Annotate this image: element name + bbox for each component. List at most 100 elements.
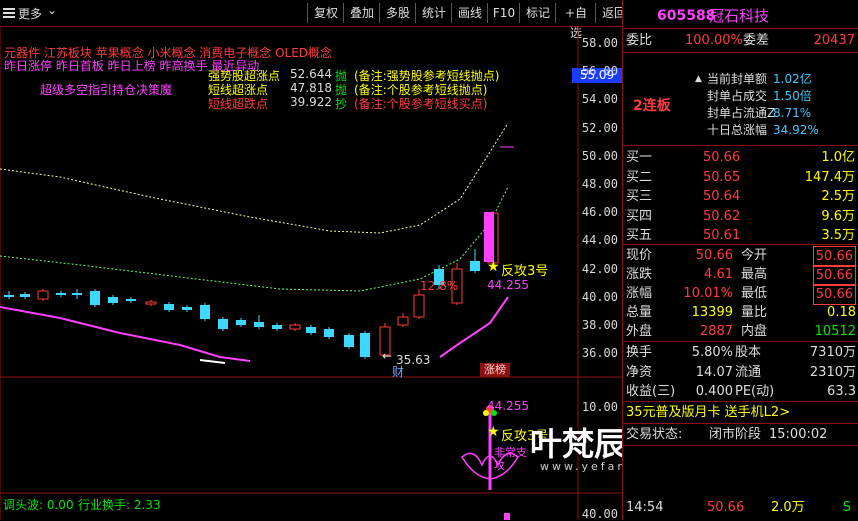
axis-tick-label: 42.00 [581,261,618,276]
buy-label: 买三 [626,189,653,204]
stat-label: 流通 [735,364,762,380]
stock-code: 605588 [657,8,716,24]
quote-value: 10512 [814,324,856,339]
seal-stat-row: 封单占流通Z 8.71% [623,105,858,122]
buy-volume: 3.5万 [821,228,855,243]
stat-label: 股本 [735,345,762,360]
legend-value: 47.818 [290,81,332,95]
attack-label: 反攻3号 [501,264,549,279]
toolbar-button[interactable]: 叠加 [343,3,380,23]
buy-volume: 2.5万 [821,189,855,204]
quote-row: 现价 50.66 今开 50.66 [623,246,858,267]
buy-volume: 1.0亿 [821,150,855,165]
candle-up [37,290,49,300]
toolbar-button[interactable]: 多股 [379,3,416,23]
quote-label: 最低 [741,286,768,301]
candle-down [126,299,136,301]
buy-volume: 9.6万 [821,208,855,224]
quote-panel: 605588 冠石科技 委比 100.00% 委差 20437 2连板 ▲ 当前封… [622,0,858,520]
candle-down [360,333,370,357]
more-button[interactable]: 更多 [18,5,42,22]
stat-value: 2310万 [809,364,856,380]
lower-small-label: 攻 [494,459,505,472]
axis-tick-label: 58.00 [581,36,618,50]
buy-row[interactable]: 买四 50.62 9.6万 [623,207,858,226]
quote-value: 50.66 [812,246,856,267]
quote-label: 内盘 [741,324,768,339]
legend-value: 39.922 [290,95,332,109]
legend-tag: 抄 [335,97,348,111]
buy-row[interactable]: 买五 50.61 3.5万 [623,226,858,245]
buy-price: 50.64 [703,189,741,204]
axis-tick-label: 36.00 [581,346,618,361]
stat-label: 收益(三) [626,384,676,399]
rank-tag[interactable]: 涨榜 [480,363,510,377]
stat-row: 换手 5.80% 股本 7310万 [623,343,858,362]
weibi-value: 100.00% [685,33,743,48]
quote-value: 50.66 [695,248,733,263]
weicha-value: 20437 [813,33,855,48]
candle-down [324,329,334,337]
seal-stat-row: 十日总涨幅 34.92% [623,122,858,139]
weicha-label: 委差 [743,33,770,48]
stat-value: 14.07 [695,364,733,380]
candle-down [218,319,228,329]
candle-down [4,295,14,297]
stat-label: 换手 [626,345,653,360]
toolbar-button[interactable]: F10 [487,3,520,23]
finance-tag[interactable]: 财 [392,363,404,380]
stat-label: 净资 [626,364,653,380]
buy-price: 50.61 [703,228,741,243]
value-label: 44.255 [487,278,529,292]
promo-link[interactable]: 35元普及版月卡 送手机L2> [626,403,790,422]
toolbar-button[interactable]: 标记 [519,3,556,23]
axis-tick-label: 10.00 [581,400,618,414]
quote-value: 50.66 [812,265,856,286]
trade-time: 15:00:02 [769,427,828,442]
candle-down [72,293,82,295]
quote-label: 涨幅 [626,286,653,301]
candle-down [164,304,174,310]
indicator-line [0,306,251,362]
tick-price: 50.66 [707,500,745,515]
candle-down [254,322,264,327]
menu-icon[interactable] [2,6,16,23]
buy-row[interactable]: 买三 50.64 2.5万 [623,187,858,206]
quote-label: 总量 [626,305,653,320]
seal-stat-value: 1.02亿 [773,72,812,86]
tick-vol: 2.0万 [771,500,805,515]
axis-tick-label: 50.00 [581,148,618,163]
buy-row[interactable]: 买二 50.65 147.4万 [623,168,858,187]
chevron-down-icon[interactable]: ⌄ [47,3,57,17]
quote-value: 10.01% [683,286,733,301]
seal-stat-row: ▲ 当前封单额 1.02亿 [623,71,858,88]
candle-down [470,261,480,271]
quote-label: 量比 [741,305,768,320]
quote-label: 今开 [741,248,768,263]
trade-status: 闭市阶段 [709,427,762,442]
stat-value: 0.400 [695,384,733,399]
candle-up [413,294,425,318]
toolbar-button[interactable]: 统计 [415,3,452,23]
seal-stat-value: 1.50倍 [773,89,812,103]
weibi-label: 委比 [626,33,653,48]
buy-label: 买一 [626,150,653,165]
stat-value: 7310万 [809,345,856,360]
candle-up [289,324,301,330]
quote-row: 总量 13399 量比 0.18 [623,303,858,322]
stock-name: 冠石科技 [709,7,770,25]
kline-chart[interactable]: 元器件 江苏板块 苹果概念 小米概念 消费电子概念 OLED概念 昨日涨停 昨日… [0,27,786,521]
quote-label: 最高 [741,267,768,282]
toolbar-button[interactable]: +自选 [555,3,596,40]
buy-row[interactable]: 买一 50.66 1.0亿 [623,148,858,167]
stat-row: 净资 14.07 流通 2310万 [623,363,858,382]
buy-label: 买四 [626,208,653,224]
volume-bar [504,513,510,520]
toolbar-button[interactable]: 复权 [307,3,344,23]
legend-note: (备注:个股参考短线买点) [354,97,488,111]
footer-right: 行业换手: 2.33 [78,498,161,512]
axis-tick-label: 44.00 [581,233,618,248]
toolbar-button[interactable]: 画线 [451,3,488,23]
star-icon: ★ [487,424,500,440]
seal-stat-label: 十日总涨幅 [707,123,768,137]
